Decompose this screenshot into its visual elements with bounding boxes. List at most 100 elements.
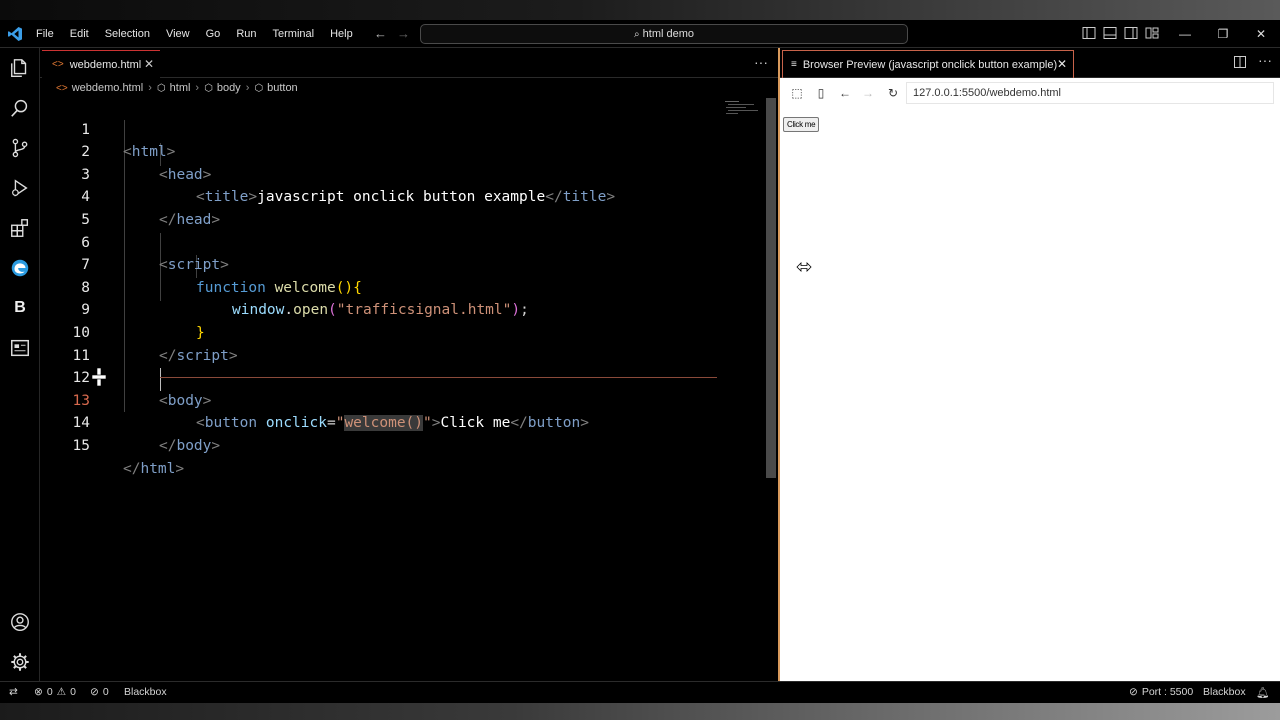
vscode-logo-icon	[8, 27, 22, 41]
code-line: 1 <html>	[40, 96, 767, 161]
html-file-icon: <>	[56, 82, 68, 94]
preview-tab-label: Browser Preview (javascript onclick butt…	[802, 58, 1058, 71]
tab-browser-preview[interactable]: ≡ Browser Preview (javascript onclick bu…	[782, 50, 1074, 78]
menu-bar: File Edit Selection View Go Run Terminal…	[28, 20, 361, 48]
notifications-bell-icon[interactable]: 🔔︎	[1256, 686, 1269, 699]
url-input[interactable]: 127.0.0.1:5500/webdemo.html	[906, 82, 1274, 104]
port-icon: ⊘	[1129, 686, 1138, 698]
element-icon: ⬡	[204, 82, 213, 94]
blackbox-status-right[interactable]: Blackbox	[1203, 686, 1246, 698]
toggle-panel-icon[interactable]	[1103, 26, 1117, 40]
line-content: </html>	[123, 460, 185, 477]
code-editor[interactable]: 1 <html> 2 <head> 3 <title>javascript on…	[40, 98, 767, 681]
live-server-port[interactable]: ⊘ Port : 5500	[1129, 686, 1193, 698]
split-editor-icon[interactable]	[1234, 56, 1246, 68]
ports-count: 0	[102, 686, 109, 698]
menu-terminal[interactable]: Terminal	[265, 28, 323, 40]
code-line: 12 <body>	[40, 345, 767, 409]
warning-count: 0	[70, 686, 76, 698]
click-me-button[interactable]: Click me	[783, 117, 820, 132]
code-line: 14 </body>	[40, 390, 767, 454]
device-toolbar-icon[interactable]: ▯	[814, 86, 828, 100]
layout-controls	[1082, 26, 1159, 40]
close-tab-icon[interactable]: ✕	[144, 57, 154, 71]
code-line: 9 }	[40, 277, 767, 341]
menu-file[interactable]: File	[28, 28, 62, 40]
blackbox-status-left[interactable]: Blackbox	[124, 686, 167, 698]
restore-icon[interactable]: ❐	[1204, 20, 1242, 48]
blackbox-letter: B	[14, 299, 26, 316]
tab-webdemo-html[interactable]: <> webdemo.html ✕	[42, 50, 160, 78]
back-arrow-icon[interactable]: ←	[838, 86, 852, 100]
code-line: 6 <script>	[40, 209, 767, 274]
reload-icon[interactable]: ↻	[886, 86, 900, 100]
breadcrumb-html[interactable]: ⬡ html	[157, 82, 191, 94]
menu-edit[interactable]: Edit	[62, 28, 97, 40]
breadcrumb-file[interactable]: <> webdemo.html	[56, 82, 143, 94]
status-bar: ⇄ ⊗ 0 ⚠ 0 ⊘ 0 Blackbox ⊘ Port : 5500 Blackbo…	[0, 681, 1280, 703]
breadcrumb-body[interactable]: ⬡ body	[204, 82, 241, 94]
more-actions-icon[interactable]: ···	[754, 54, 768, 70]
window-controls: — ❐ ✕	[1166, 20, 1280, 48]
tab-label: webdemo.html	[69, 58, 142, 71]
run-debug-icon[interactable]	[8, 176, 32, 200]
activity-bar: B	[0, 48, 40, 681]
menu-help[interactable]: Help	[322, 28, 361, 40]
customize-layout-icon[interactable]	[1145, 26, 1159, 40]
menu-view[interactable]: View	[158, 28, 198, 40]
line-number: 15	[72, 437, 90, 454]
code-line: 8 window.open("trafficsignal.html");	[40, 254, 767, 319]
search-icon[interactable]	[8, 96, 32, 120]
source-control-icon[interactable]	[8, 136, 32, 160]
more-actions-icon[interactable]: ···	[1258, 52, 1272, 68]
element-icon: ⬡	[156, 82, 166, 94]
chevron-right-icon: ›	[245, 82, 250, 94]
editor-scrollbar[interactable]	[766, 98, 776, 478]
close-tab-icon[interactable]: ✕	[1057, 57, 1067, 71]
browser-preview-icon[interactable]	[8, 336, 32, 360]
resize-cursor-icon	[796, 262, 812, 272]
toggle-primary-sidebar-icon[interactable]	[1082, 26, 1096, 40]
ports-indicator[interactable]: ⊘ 0	[90, 686, 109, 698]
minimap[interactable]	[723, 100, 759, 116]
remote-icon[interactable]: ⇄	[9, 686, 18, 698]
command-center-search[interactable]: ⌕ html demo	[420, 24, 908, 44]
code-line: 5	[40, 186, 767, 228]
forward-arrow-icon[interactable]: →	[397, 26, 410, 41]
chevron-right-icon: ›	[195, 82, 200, 94]
extensions-icon[interactable]	[8, 216, 32, 240]
back-arrow-icon[interactable]: ←	[374, 26, 387, 41]
breadcrumb-file-label: webdemo.html	[71, 82, 144, 94]
html-file-icon: <>	[52, 59, 64, 70]
forward-arrow-icon[interactable]: →	[861, 86, 875, 100]
code-line-active: 13 <button onclick="welcome()">Click me<…	[40, 367, 767, 432]
explorer-icon[interactable]	[8, 56, 32, 80]
menu-selection[interactable]: Selection	[97, 28, 158, 40]
code-line: 3 <title>javascript onclick button examp…	[40, 141, 767, 206]
desktop-bottom-strip	[0, 703, 1280, 720]
code-line: 15 </html>	[40, 412, 767, 477]
browser-preview-panel: ≡ Browser Preview (javascript onclick bu…	[778, 48, 1280, 681]
editor-tab-bar: <> webdemo.html ✕ ···	[40, 48, 778, 78]
preview-viewport[interactable]: Click me	[780, 108, 1280, 681]
minimize-icon[interactable]: —	[1166, 20, 1204, 48]
toggle-secondary-sidebar-icon[interactable]	[1124, 26, 1138, 40]
blackbox-icon[interactable]: B	[8, 296, 32, 320]
chevron-right-icon: ›	[148, 82, 152, 94]
breadcrumb-body-label: body	[216, 82, 241, 94]
menu-go[interactable]: Go	[198, 28, 229, 40]
edge-icon[interactable]	[8, 256, 32, 280]
error-count: 0	[46, 686, 53, 698]
error-icon: ⊗	[34, 686, 43, 698]
warning-icon: ⚠	[56, 686, 67, 698]
close-window-icon[interactable]: ✕	[1242, 20, 1280, 48]
list-icon: ≡	[791, 59, 797, 70]
port-label: Port : 5500	[1141, 686, 1194, 698]
breadcrumb-button[interactable]: ⬡ button	[254, 82, 297, 94]
problems-indicator[interactable]: ⊗ 0 ⚠ 0	[34, 686, 76, 698]
settings-gear-icon[interactable]	[8, 650, 32, 674]
account-icon[interactable]	[8, 610, 32, 634]
menu-run[interactable]: Run	[228, 28, 264, 40]
inspect-icon[interactable]: ⬚	[790, 86, 804, 100]
preview-toolbar: ⬚ ▯ ← → ↻ 127.0.0.1:5500/webdemo.html	[780, 78, 1280, 108]
